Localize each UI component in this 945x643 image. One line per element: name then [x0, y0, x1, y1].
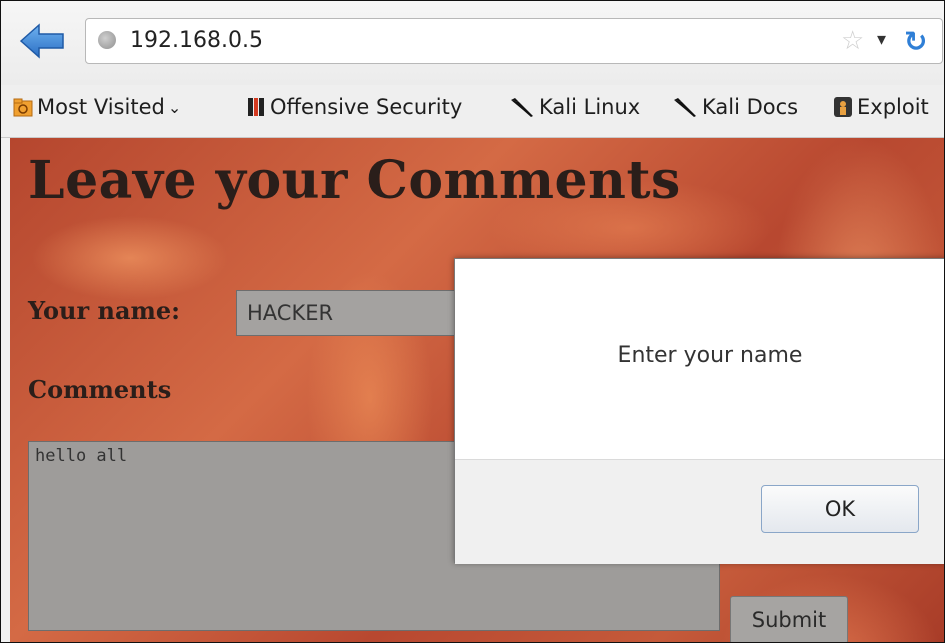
page-title: Leave your Comments — [28, 150, 681, 211]
comments-label: Comments — [28, 375, 172, 404]
kali-dragon-icon — [674, 98, 696, 117]
bookmark-kali-docs[interactable]: Kali Docs — [672, 95, 798, 119]
globe-icon — [98, 31, 116, 49]
bookmark-exploit[interactable]: Exploit — [833, 95, 929, 119]
bookmark-label: Kali Docs — [702, 95, 799, 119]
ok-button[interactable]: OK — [761, 485, 919, 533]
submit-button[interactable]: Submit — [730, 596, 848, 642]
bookmark-offensive-security[interactable]: Offensive Security — [246, 95, 462, 119]
kali-dragon-icon — [511, 98, 533, 117]
bookmark-label: Exploit — [857, 95, 929, 119]
offsec-icon — [248, 98, 264, 116]
navigation-toolbar: 192.168.0.5 ☆ ▾ ↻ — [1, 1, 944, 85]
back-arrow-icon — [19, 23, 64, 59]
alert-dialog: Enter your name OK — [454, 258, 944, 564]
bookmark-label: Most Visited — [37, 95, 165, 119]
bookmark-label: Kali Linux — [539, 95, 641, 119]
bookmark-kali-linux[interactable]: Kali Linux — [509, 95, 640, 119]
browser-window: 192.168.0.5 ☆ ▾ ↻ Most Visited ⌄ Offensi… — [0, 0, 945, 643]
back-button[interactable] — [19, 21, 67, 61]
bookmarks-toolbar: Most Visited ⌄ Offensive Security Kali L… — [1, 85, 944, 138]
bookmark-label: Offensive Security — [270, 95, 463, 119]
chevron-down-icon[interactable]: ▾ — [877, 29, 886, 50]
address-bar[interactable]: 192.168.0.5 ☆ ▾ ↻ — [85, 18, 943, 64]
folder-icon — [13, 98, 33, 117]
dialog-message: Enter your name — [617, 343, 803, 368]
url-text[interactable]: 192.168.0.5 — [130, 28, 263, 53]
star-icon[interactable]: ☆ — [841, 26, 864, 56]
chevron-down-icon: ⌄ — [167, 97, 182, 117]
exploit-db-icon — [834, 97, 852, 117]
name-label: Your name: — [28, 296, 181, 325]
dialog-footer: OK — [455, 459, 944, 564]
reload-icon[interactable]: ↻ — [904, 25, 927, 58]
bookmark-most-visited[interactable]: Most Visited ⌄ — [13, 95, 181, 119]
